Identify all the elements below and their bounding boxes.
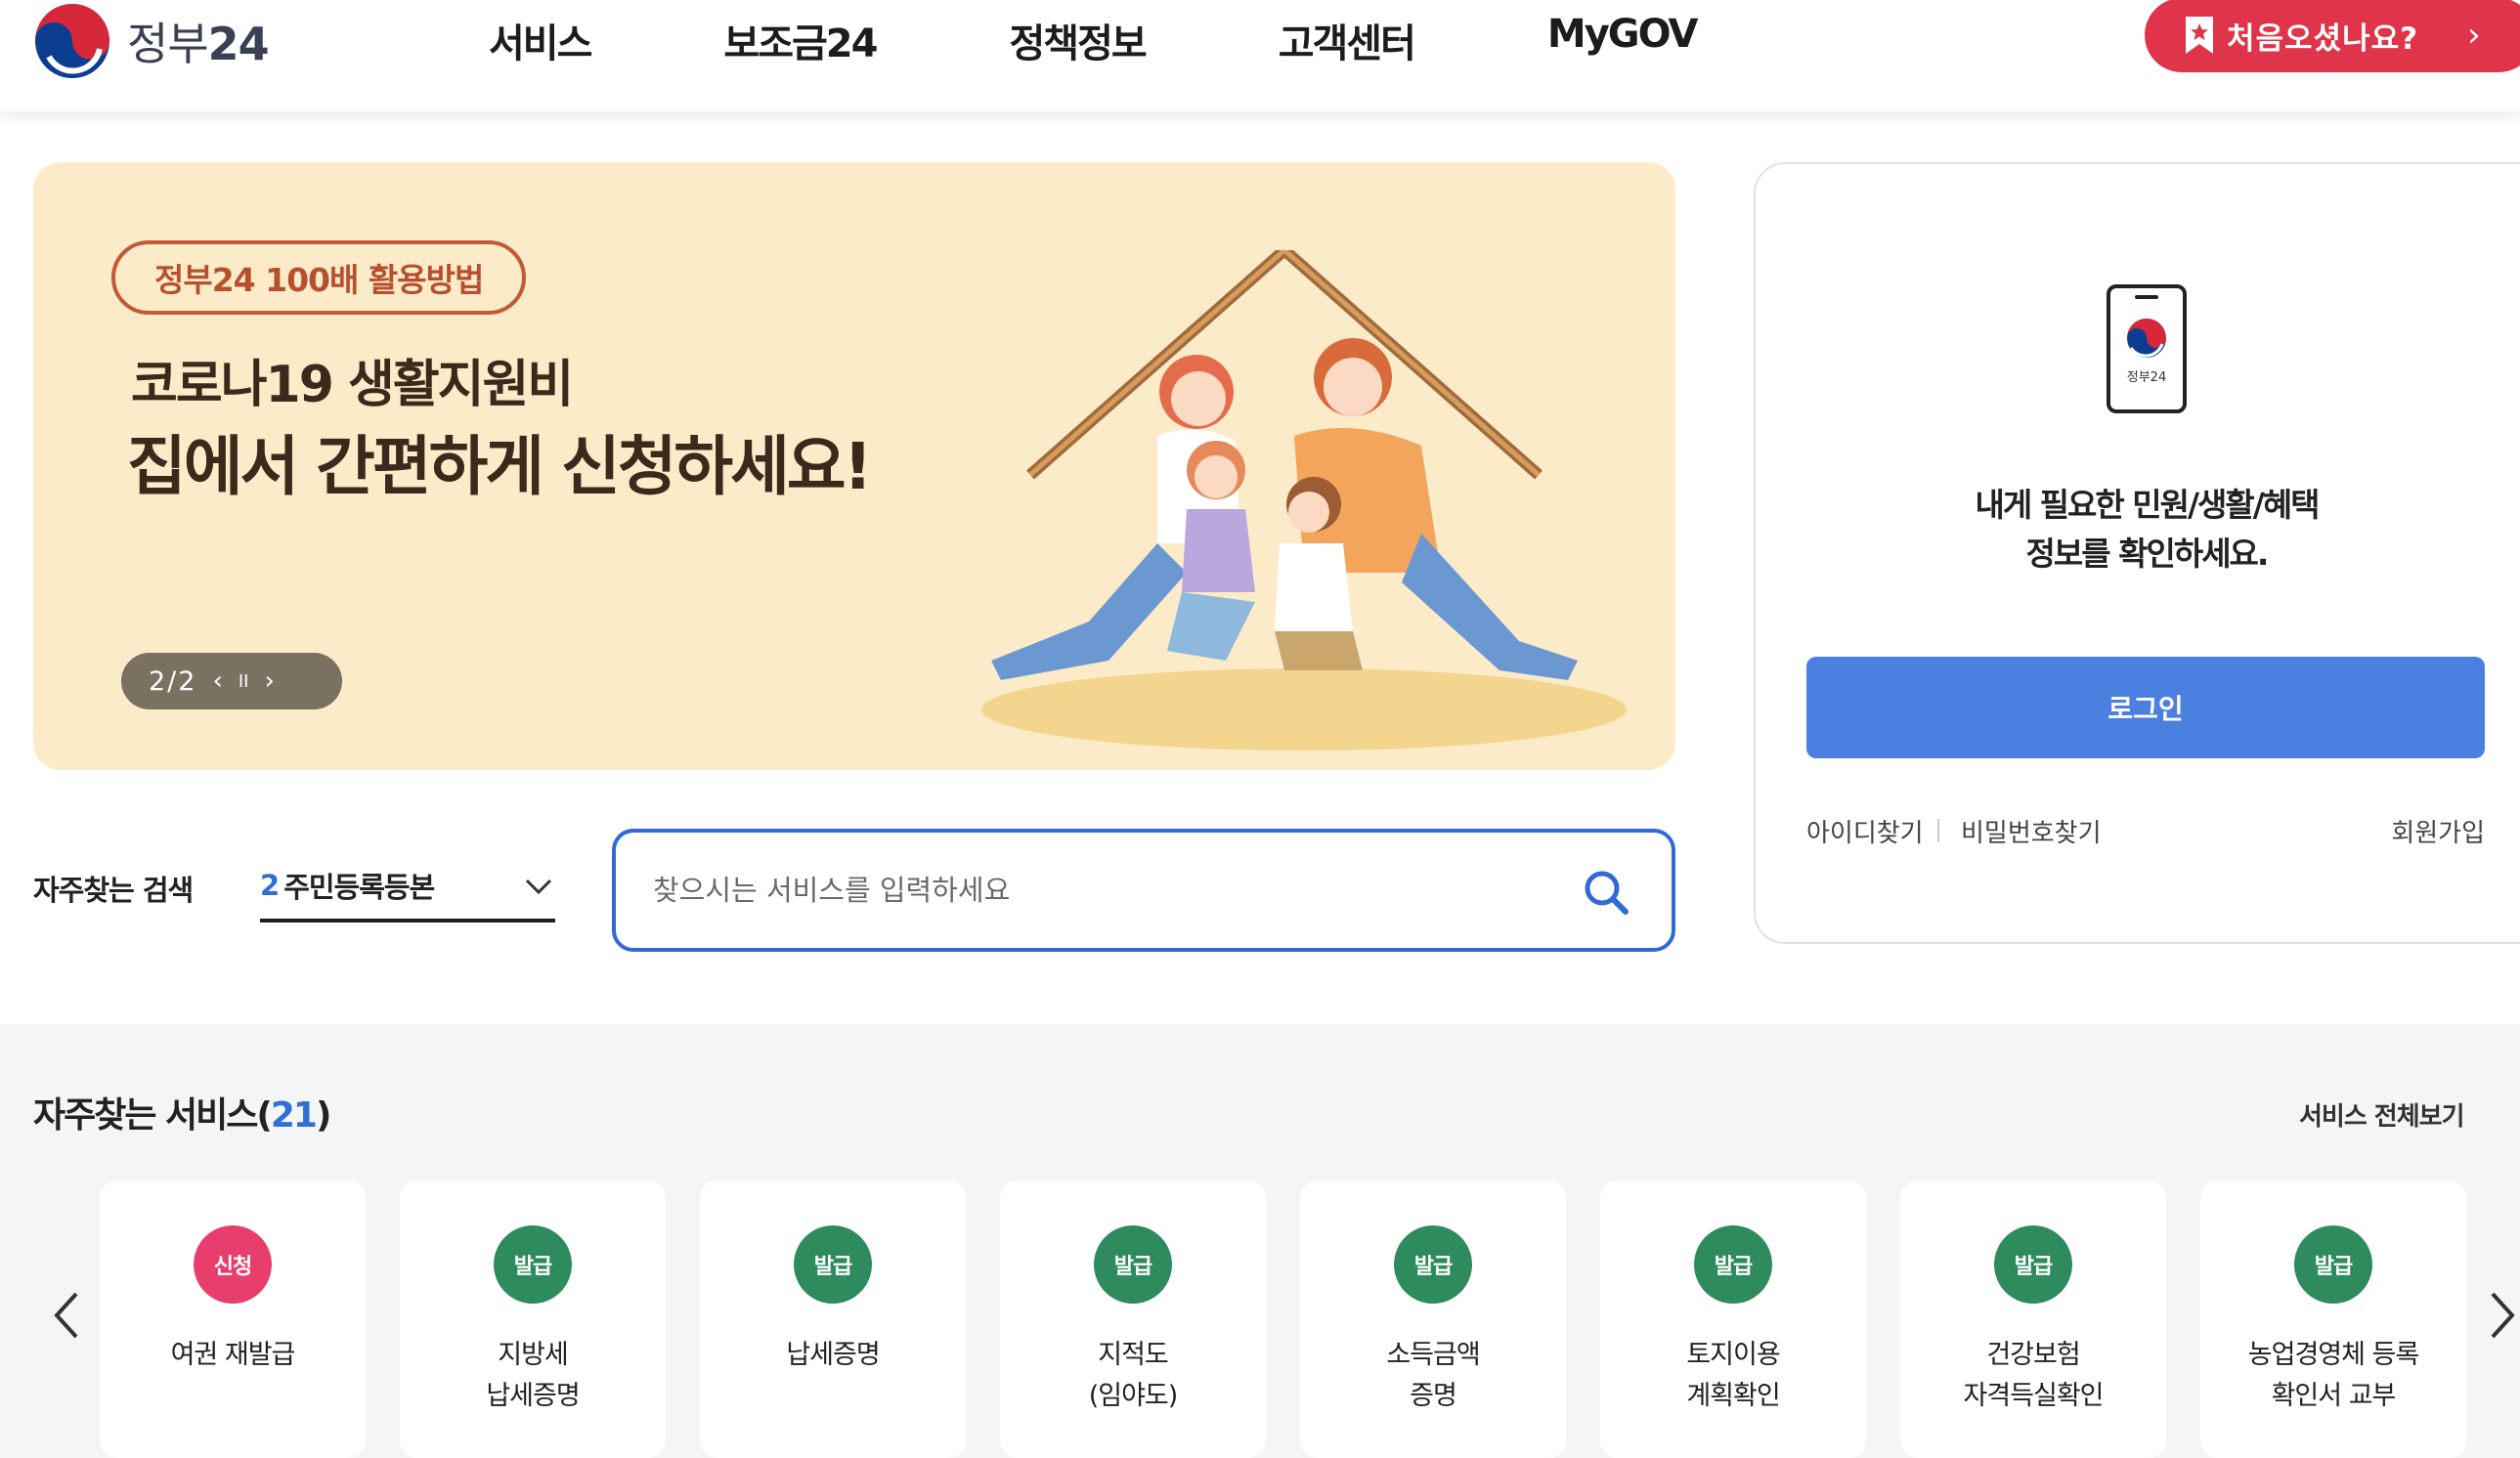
- service-name: 건강보험: [1986, 1340, 2080, 1370]
- chevron-left-icon[interactable]: [47, 1286, 86, 1345]
- slide-prev-icon[interactable]: ‹: [212, 666, 222, 696]
- logo-text: 정부24: [127, 18, 270, 70]
- service-name-line2: (임야도): [1088, 1381, 1179, 1411]
- service-badge: 신청: [194, 1225, 272, 1304]
- service-card-health-insurance[interactable]: 발급 건강보험 자격득실확인: [1900, 1180, 2166, 1458]
- search-input[interactable]: [653, 874, 1513, 907]
- slide-next-icon[interactable]: ›: [264, 666, 274, 696]
- login-button[interactable]: 로그인: [1806, 657, 2485, 758]
- slide-pause-icon[interactable]: II: [239, 671, 249, 692]
- service-name: 여권 재발급: [170, 1340, 296, 1370]
- service-badge: 발급: [1094, 1225, 1172, 1304]
- login-card: 정부24 내게 필요한 민원/생활/혜택 정보를 확인하세요. 로그인 아이디찾…: [1754, 162, 2520, 944]
- service-card-land-use[interactable]: 발급 토지이용 계획확인: [1600, 1180, 1866, 1458]
- frequent-services-section: 자주찾는 서비스(21) 서비스 전체보기 신청 여권 재발급 발급 지방세 납…: [0, 1024, 2520, 1458]
- login-links: 아이디찾기 비밀번호찾기 회원가입: [1806, 813, 2485, 852]
- find-password-link[interactable]: 비밀번호찾기: [1961, 813, 2102, 849]
- banner-headline-2: 집에서 간편하게 신청하세요!: [127, 429, 873, 504]
- service-name-line2: 납세증명: [486, 1381, 580, 1411]
- site-logo[interactable]: 정부24: [31, 0, 270, 82]
- first-visit-label: 처음오셨나요?: [2227, 21, 2419, 57]
- service-card-cadastral-map[interactable]: 발급 지적도 (임야도): [1000, 1180, 1266, 1458]
- service-name: 지방세: [498, 1340, 569, 1370]
- service-card-local-tax[interactable]: 발급 지방세 납세증명: [400, 1180, 666, 1458]
- service-name-line2: 확인서 교부: [2271, 1381, 2397, 1411]
- slide-controls: 2/2 ‹ II ›: [121, 653, 342, 709]
- service-search-box: [612, 829, 1675, 952]
- promo-banner[interactable]: 정부24 100배 활용방법 코로나19 생활지원비 집에서 간편하게 신청하세…: [33, 162, 1675, 770]
- nav-customer-center[interactable]: 고객센터: [1279, 12, 1416, 68]
- service-name: 지적도: [1098, 1340, 1169, 1370]
- find-id-link[interactable]: 아이디찾기: [1806, 813, 1924, 849]
- site-header: 정부24 서비스 보조금24 정책정보 고객센터 MyGOV 처음오셨나요? ›: [0, 0, 2520, 111]
- search-icon[interactable]: [1582, 868, 1630, 917]
- sign-up-link[interactable]: 회원가입: [2391, 813, 2485, 849]
- frequent-search-label: 자주찾는 검색: [33, 874, 194, 907]
- login-message-line2: 정보를 확인하세요.: [2025, 535, 2270, 573]
- first-visit-button[interactable]: 처음오셨나요? ›: [2145, 0, 2520, 72]
- main-nav: 서비스 보조금24 정책정보 고객센터 MyGOV: [489, 12, 1830, 68]
- family-house-illustration: [981, 250, 1627, 750]
- nav-mygov[interactable]: MyGOV: [1547, 12, 1699, 68]
- frequent-search-dropdown[interactable]: 2 주민등록등본: [260, 852, 555, 922]
- chevron-right-icon: ›: [2467, 16, 2481, 55]
- login-message-line1: 내게 필요한 민원/생활/혜택: [1975, 486, 2320, 524]
- frequent-search-term: 주민등록등본: [283, 871, 435, 904]
- service-card-passport[interactable]: 신청 여권 재발급: [100, 1180, 366, 1458]
- service-card-tax-payment[interactable]: 발급 납세증명: [700, 1180, 966, 1458]
- service-card-farm-registration[interactable]: 발급 농업경영체 등록 확인서 교부: [2200, 1180, 2466, 1458]
- service-badge: 발급: [1994, 1225, 2072, 1304]
- service-badge: 발급: [1694, 1225, 1772, 1304]
- mobile-app-icon: 정부24: [2107, 284, 2187, 413]
- service-badge: 발급: [494, 1225, 572, 1304]
- banner-tag: 정부24 100배 활용방법: [111, 240, 527, 315]
- nav-policy-info[interactable]: 정책정보: [1009, 12, 1147, 68]
- service-name: 농업경영체 등록: [2247, 1340, 2419, 1370]
- banner-headline-1: 코로나19 생활지원비: [131, 356, 574, 414]
- service-badge: 발급: [2294, 1225, 2372, 1304]
- service-name: 납세증명: [786, 1340, 880, 1370]
- frequent-search-rank: 2: [260, 869, 281, 902]
- service-name: 토지이용: [1686, 1340, 1780, 1370]
- view-all-services-link[interactable]: 서비스 전체보기: [2299, 1096, 2464, 1133]
- service-name-line2: 자격득실확인: [1963, 1381, 2104, 1411]
- service-card-income-cert[interactable]: 발급 소득금액 증명: [1300, 1180, 1566, 1458]
- service-name: 소득금액: [1386, 1340, 1480, 1370]
- service-badge: 발급: [794, 1225, 872, 1304]
- slide-counter: 2/2: [149, 665, 197, 697]
- service-count: 21: [270, 1095, 318, 1136]
- chevron-right-icon[interactable]: [2483, 1286, 2520, 1345]
- bookmark-star-icon: [2186, 17, 2213, 54]
- service-badge: 발급: [1394, 1225, 1472, 1304]
- link-divider: [1937, 819, 1939, 842]
- section-title: 자주찾는 서비스(21): [33, 1095, 331, 1136]
- taegeuk-logo-icon: [35, 4, 109, 78]
- service-name-line2: 계획확인: [1686, 1381, 1780, 1411]
- chevron-down-icon: [525, 879, 552, 895]
- nav-services[interactable]: 서비스: [489, 12, 592, 68]
- app-label: 정부24: [2127, 370, 2166, 385]
- service-name-line2: 증명: [1410, 1381, 1457, 1411]
- nav-subsidy24[interactable]: 보조금24: [723, 12, 878, 68]
